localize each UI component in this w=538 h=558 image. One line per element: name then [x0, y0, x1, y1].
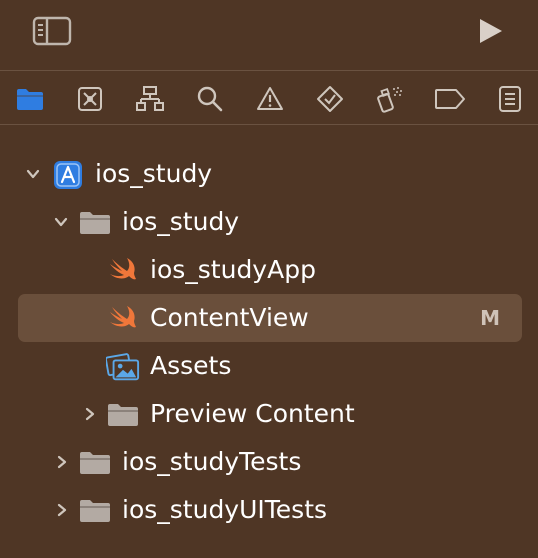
toolbar-divider: [0, 70, 538, 71]
tree-row-group[interactable]: Preview Content: [18, 390, 522, 438]
swift-file-icon: [106, 256, 140, 286]
tab-symbol-navigator[interactable]: [133, 82, 167, 116]
run-button[interactable]: [470, 13, 510, 49]
test-diamond-icon: [317, 86, 343, 112]
search-icon: [197, 86, 223, 112]
tree-row-label: ios_studyTests: [122, 447, 302, 476]
sidebar-left-icon: [32, 16, 72, 46]
symbol-hierarchy-icon: [136, 86, 164, 111]
folder-icon: [78, 208, 112, 238]
swift-file-icon: [106, 304, 140, 334]
tree-row-group[interactable]: ios_study: [18, 198, 522, 246]
chevron-right-icon[interactable]: [52, 500, 72, 520]
tree-row-project[interactable]: ios_study: [18, 150, 522, 198]
toolbar: [0, 0, 538, 66]
tab-debug-navigator[interactable]: [373, 82, 407, 116]
tab-project-navigator[interactable]: [13, 82, 47, 116]
breakpoint-icon: [435, 89, 465, 109]
tree-row-group[interactable]: ios_studyTests: [18, 438, 522, 486]
report-list-icon: [499, 86, 521, 112]
tree-row-label: ContentView: [150, 303, 309, 332]
tab-source-control[interactable]: [73, 82, 107, 116]
tab-find-navigator[interactable]: [193, 82, 227, 116]
tree-row-label: ios_study: [122, 207, 240, 236]
xcode-project-icon: [51, 160, 85, 190]
folder-icon: [106, 400, 140, 430]
tree-row-label: Assets: [150, 351, 232, 380]
asset-catalog-icon: [106, 352, 140, 382]
tab-issue-navigator[interactable]: [253, 82, 287, 116]
tab-report-navigator[interactable]: [493, 82, 527, 116]
source-control-icon: [78, 87, 102, 111]
folder-icon: [78, 448, 112, 478]
tree-row-label: ios_study: [95, 159, 213, 188]
tabbar-divider: [0, 124, 538, 125]
debug-spray-icon: [377, 87, 402, 113]
warning-icon: [257, 87, 283, 110]
tree-row-label: ios_studyApp: [150, 255, 316, 284]
tree-row-label: ios_studyUITests: [122, 495, 328, 524]
tree-row-file[interactable]: ios_studyApp: [18, 246, 522, 294]
chevron-down-icon[interactable]: [23, 164, 43, 184]
tree-row-file-selected[interactable]: ContentView M: [18, 294, 522, 342]
folder-icon: [17, 89, 43, 110]
tree-row-group[interactable]: ios_studyUITests: [18, 486, 522, 534]
modified-badge: M: [480, 306, 500, 330]
tab-test-navigator[interactable]: [313, 82, 347, 116]
chevron-right-icon[interactable]: [52, 452, 72, 472]
chevron-down-icon[interactable]: [51, 212, 71, 232]
play-icon: [480, 19, 502, 43]
folder-icon: [78, 496, 112, 526]
navigator-tab-bar: [0, 72, 538, 124]
tree-row-label: Preview Content: [150, 399, 355, 428]
chevron-right-icon[interactable]: [80, 404, 100, 424]
sidebar-toggle-button[interactable]: [30, 13, 74, 49]
tab-breakpoint-navigator[interactable]: [433, 82, 467, 116]
tree-row-file[interactable]: Assets: [18, 342, 522, 390]
